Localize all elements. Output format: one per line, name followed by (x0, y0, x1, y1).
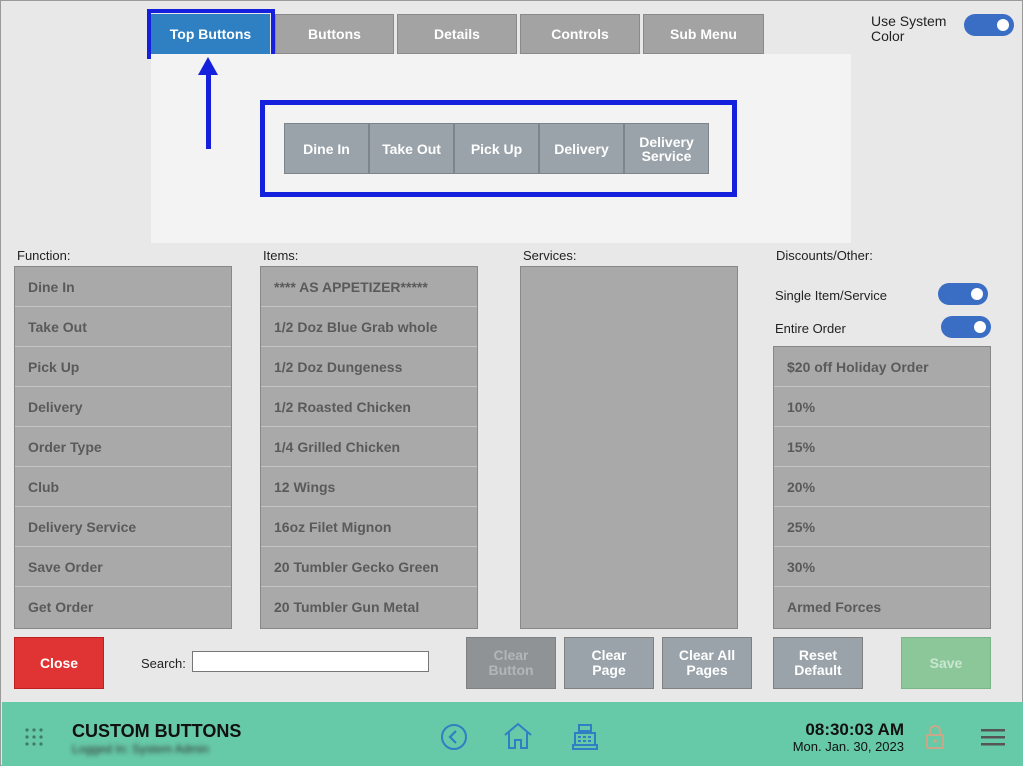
services-list[interactable] (520, 266, 738, 629)
arrow-shaft (206, 71, 211, 149)
list-item[interactable]: 25% (774, 507, 990, 547)
entire-order-toggle[interactable] (941, 316, 991, 338)
list-item[interactable]: 16oz Filet Mignon (261, 507, 477, 547)
tab-sub-menu[interactable]: Sub Menu (643, 14, 764, 54)
list-item[interactable]: Take Out (15, 307, 231, 347)
page-title: CUSTOM BUTTONS (72, 721, 242, 741)
clock-date: Mon. Jan. 30, 2023 (792, 739, 904, 754)
entire-order-label: Entire Order (775, 321, 846, 336)
single-item-service-label: Single Item/Service (775, 288, 887, 303)
list-item[interactable]: 1/2 Roasted Chicken (261, 387, 477, 427)
footer-bar: CUSTOM BUTTONS Logged In: System Admin 0… (2, 702, 1023, 766)
search-label: Search: (141, 656, 186, 671)
items-list: **** AS APPETIZER***** 1/2 Doz Blue Grab… (260, 266, 478, 629)
list-item[interactable]: $20 off Holiday Order (774, 347, 990, 387)
discounts-label: Discounts/Other: (776, 248, 873, 263)
clear-page-button[interactable]: Clear Page (564, 637, 654, 689)
list-item[interactable]: 20 Tumbler Gun Metal (261, 587, 477, 627)
preview-button-delivery-service[interactable]: Delivery Service (624, 123, 709, 174)
list-item[interactable]: Order Type (15, 427, 231, 467)
back-circle-icon[interactable] (440, 723, 468, 751)
list-item[interactable]: 30% (774, 547, 990, 587)
use-system-color-label: Use System Color (871, 13, 947, 44)
list-item[interactable]: 20 Tumbler Gecko Green (261, 547, 477, 587)
tab-buttons[interactable]: Buttons (275, 14, 394, 54)
list-item[interactable]: 1/4 Grilled Chicken (261, 427, 477, 467)
preview-button-take-out[interactable]: Take Out (369, 123, 454, 174)
tab-details[interactable]: Details (397, 14, 517, 54)
list-item[interactable]: Get Order (15, 587, 231, 627)
save-button[interactable]: Save (901, 637, 991, 689)
list-item[interactable]: **** AS APPETIZER***** (261, 267, 477, 307)
app-window: Top Buttons Buttons Details Controls Sub… (0, 0, 1023, 766)
list-item[interactable]: 12 Wings (261, 467, 477, 507)
list-item[interactable]: Armed Forces (774, 587, 990, 627)
list-item[interactable]: Pick Up (15, 347, 231, 387)
toggle-knob (974, 321, 986, 333)
list-item[interactable]: 10% (774, 387, 990, 427)
preview-button-delivery[interactable]: Delivery (539, 123, 624, 174)
cash-register-icon[interactable] (570, 722, 600, 752)
list-item[interactable]: 15% (774, 427, 990, 467)
single-item-service-toggle[interactable] (938, 283, 988, 305)
list-item[interactable]: Delivery Service (15, 507, 231, 547)
reset-default-button[interactable]: Reset Default (773, 637, 863, 689)
list-item[interactable]: Dine In (15, 267, 231, 307)
preview-button-dine-in[interactable]: Dine In (284, 123, 369, 174)
tab-highlight-box (147, 9, 275, 59)
list-item[interactable]: 1/2 Doz Blue Grab whole (261, 307, 477, 347)
clear-all-pages-button[interactable]: Clear All Pages (662, 637, 752, 689)
lock-icon[interactable] (924, 723, 946, 751)
list-item[interactable]: Save Order (15, 547, 231, 587)
list-item[interactable]: 20% (774, 467, 990, 507)
close-button[interactable]: Close (14, 637, 104, 689)
discounts-list: $20 off Holiday Order 10% 15% 20% 25% 30… (773, 346, 991, 629)
items-label: Items: (263, 248, 299, 263)
clear-button-button[interactable]: Clear Button (466, 637, 556, 689)
services-label: Services: (523, 248, 577, 263)
list-item[interactable]: Club (15, 467, 231, 507)
preview-button-pick-up[interactable]: Pick Up (454, 123, 539, 174)
list-item[interactable]: Delivery (15, 387, 231, 427)
arrow-up-icon (198, 57, 218, 75)
function-list: Dine In Take Out Pick Up Delivery Order … (14, 266, 232, 629)
logged-in-user: Logged In: System Admin (72, 742, 209, 756)
apps-grid-icon[interactable] (24, 727, 44, 747)
toggle-knob (997, 19, 1009, 31)
search-input[interactable] (192, 651, 429, 672)
list-item[interactable]: 1/2 Doz Dungeness (261, 347, 477, 387)
toggle-knob (971, 288, 983, 300)
clock-time: 08:30:03 AM (805, 720, 904, 739)
hamburger-menu-icon[interactable] (981, 727, 1005, 747)
home-icon[interactable] (502, 721, 534, 751)
use-system-color-toggle[interactable] (964, 14, 1014, 36)
function-label: Function: (17, 248, 71, 263)
tab-controls[interactable]: Controls (520, 14, 640, 54)
